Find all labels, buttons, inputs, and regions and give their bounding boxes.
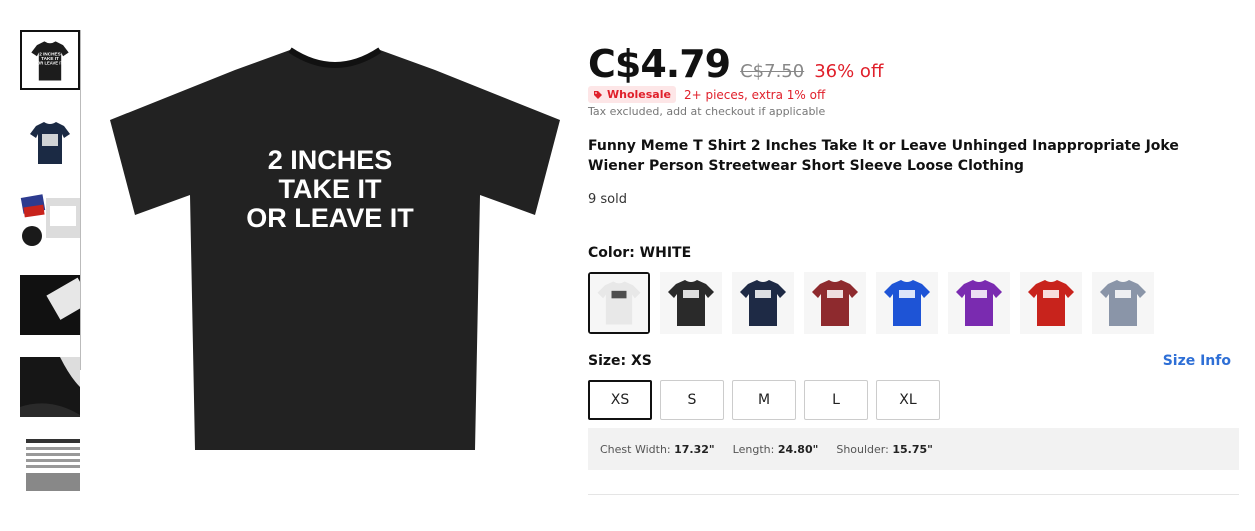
shoulder-value: 15.75" — [892, 442, 933, 456]
wholesale-text: 2+ pieces, extra 1% off — [683, 87, 826, 102]
price-row: C$4.79 C$7.50 36% off — [588, 42, 883, 86]
thumbnail-scrollbar[interactable] — [80, 30, 81, 370]
length-value: 24.80" — [777, 442, 819, 456]
size-option-s[interactable]: S — [660, 380, 724, 420]
main-print-line-1: 2 INCHES — [268, 145, 393, 175]
chest-measure: Chest Width: 17.32" — [600, 443, 715, 456]
chest-label: Chest Width: — [600, 442, 671, 456]
shoulder-label: Shoulder: — [836, 442, 889, 456]
size-info-link[interactable]: Size Info — [1163, 353, 1231, 369]
thumbnail-2[interactable] — [20, 112, 80, 172]
length-label: Length: — [732, 442, 775, 456]
measurements-bar: Chest Width: 17.32" Length: 24.80" Shoul… — [588, 428, 1239, 470]
color-swatch-navy[interactable] — [732, 272, 794, 334]
main-print-line-3: OR LEAVE IT — [246, 203, 414, 233]
thumbnail-3[interactable] — [20, 192, 80, 252]
section-divider — [588, 494, 1239, 495]
color-label: Color: WHITE — [588, 245, 692, 261]
original-price: C$7.50 — [740, 61, 805, 82]
color-swatch-purple[interactable] — [948, 272, 1010, 334]
thumbnail-6[interactable] — [20, 435, 80, 495]
current-price: C$4.79 — [588, 42, 731, 86]
size-option-xs[interactable]: XS — [588, 380, 652, 420]
size-option-m[interactable]: M — [732, 380, 796, 420]
size-option-l[interactable]: L — [804, 380, 868, 420]
size-option-xl[interactable]: XL — [876, 380, 940, 420]
thumbnail-4[interactable] — [20, 275, 80, 335]
thumb-print-line-3: OR LEAVE IT — [37, 61, 63, 66]
sold-count: 9 sold — [588, 192, 627, 207]
color-swatch-black[interactable] — [660, 272, 722, 334]
wholesale-badge-label: Wholesale — [607, 88, 671, 101]
product-title: Funny Meme T Shirt 2 Inches Take It or L… — [588, 138, 1179, 174]
thumbnail-5[interactable] — [20, 357, 80, 417]
chest-value: 17.32" — [674, 442, 715, 456]
color-swatch-red[interactable] — [1020, 272, 1082, 334]
size-label: Size: XS — [588, 353, 652, 369]
discount-percent: 36% off — [814, 61, 884, 82]
thumbnail-1[interactable]: 2 INCHES TAKE IT OR LEAVE IT — [20, 30, 80, 90]
tax-note: Tax excluded, add at checkout if applica… — [588, 105, 826, 118]
main-print-line-2: TAKE IT — [279, 174, 382, 204]
wholesale-row: Wholesale 2+ pieces, extra 1% off — [588, 86, 825, 103]
wholesale-badge: Wholesale — [588, 86, 676, 103]
color-swatch-gray[interactable] — [1092, 272, 1154, 334]
tag-icon — [594, 90, 602, 99]
shoulder-measure: Shoulder: 15.75" — [836, 443, 933, 456]
length-measure: Length: 24.80" — [733, 443, 819, 456]
color-swatch-burgundy[interactable] — [804, 272, 866, 334]
product-main-image[interactable]: 2 INCHES TAKE IT OR LEAVE IT — [105, 40, 565, 460]
color-swatch-white[interactable] — [588, 272, 650, 334]
color-swatch-royal-blue[interactable] — [876, 272, 938, 334]
size-options: XS S M L XL — [588, 380, 940, 420]
